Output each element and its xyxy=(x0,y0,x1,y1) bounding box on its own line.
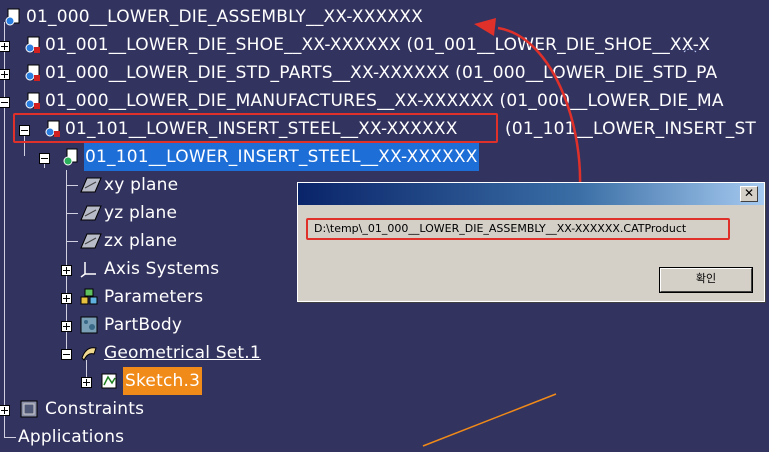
plane-label: zx plane xyxy=(104,231,178,251)
tree-node-std-parts[interactable]: 01_000__LOWER_DIE_STD_PARTS__XX-XXXXXX (… xyxy=(0,59,769,87)
axis-systems-label: Axis Systems xyxy=(104,259,220,279)
partbody-icon xyxy=(80,316,98,334)
tree-node-constraints[interactable]: Constraints xyxy=(0,395,200,423)
plane-icon xyxy=(80,177,102,193)
node-label: 01_000__LOWER_DIE_MANUFACTURES__XX-XXXXX… xyxy=(45,91,724,111)
component-icon xyxy=(25,36,40,53)
node-label: 01_001__LOWER_DIE_SHOE__XX-XXXXXX (01_00… xyxy=(45,35,711,55)
tree-node-partbody[interactable]: PartBody xyxy=(0,311,240,339)
tree-node-geometrical-set[interactable]: Geometrical Set.1 xyxy=(0,339,280,367)
message-dialog: ✕ D:\temp\_01_000__LOWER_DIE_ASSEMBLY__X… xyxy=(297,182,765,302)
plane-label: yz plane xyxy=(104,203,178,223)
dialog-message: D:\temp\_01_000__LOWER_DIE_ASSEMBLY__XX-… xyxy=(314,222,687,235)
tree-node-zx-plane[interactable]: zx plane xyxy=(0,227,200,255)
geometrical-set-label: Geometrical Set.1 xyxy=(104,343,261,363)
node-label-suffix: (01_101__LOWER_INSERT_ST xyxy=(505,119,757,139)
component-icon xyxy=(25,64,40,81)
expand-toggle[interactable] xyxy=(61,293,72,304)
tree-node-axis-systems[interactable]: Axis Systems xyxy=(0,255,240,283)
root-label: 01_000__LOWER_DIE_ASSEMBLY__XX-XXXXXX xyxy=(26,7,423,27)
parameters-label: Parameters xyxy=(104,287,204,307)
component-icon xyxy=(25,92,40,109)
expand-toggle[interactable] xyxy=(0,69,10,80)
node-label: 01_000__LOWER_DIE_STD_PARTS__XX-XXXXXX (… xyxy=(45,63,718,83)
tree-node-applications[interactable]: Applications xyxy=(0,423,200,451)
geometrical-set-icon xyxy=(81,347,97,361)
collapse-toggle[interactable] xyxy=(39,153,50,164)
expand-toggle[interactable] xyxy=(61,321,72,332)
sketch-label: Sketch.3 xyxy=(123,367,203,395)
tree-node-manufactures[interactable]: 01_000__LOWER_DIE_MANUFACTURES__XX-XXXXX… xyxy=(0,87,769,115)
tree-node-parameters[interactable]: Parameters xyxy=(0,283,240,311)
plane-icon xyxy=(80,205,102,221)
sketch-icon xyxy=(101,373,117,389)
tree-node-yz-plane[interactable]: yz plane xyxy=(0,199,200,227)
annotation-box xyxy=(13,113,498,143)
tree-node-xy-plane[interactable]: xy plane xyxy=(0,171,200,199)
expand-toggle[interactable] xyxy=(0,41,10,52)
plane-icon xyxy=(80,233,102,249)
expand-toggle[interactable] xyxy=(61,265,72,276)
tree-root[interactable]: 01_000__LOWER_DIE_ASSEMBLY__XX-XXXXXX xyxy=(0,3,480,31)
close-button[interactable]: ✕ xyxy=(740,186,758,202)
axis-system-icon xyxy=(80,262,96,278)
tree-node-sketch[interactable]: Sketch.3 xyxy=(0,367,220,395)
constraints-label: Constraints xyxy=(45,399,145,419)
part-label: 01_101__LOWER_INSERT_STEEL__XX-XXXXXX xyxy=(84,143,479,171)
part-icon xyxy=(63,148,78,166)
constraints-icon xyxy=(20,400,38,418)
tree-node-part[interactable]: 01_101__LOWER_INSERT_STEEL__XX-XXXXXX xyxy=(0,143,560,171)
parameters-icon xyxy=(80,288,98,305)
annotation-box: D:\temp\_01_000__LOWER_DIE_ASSEMBLY__XX-… xyxy=(306,218,730,240)
partbody-label: PartBody xyxy=(104,315,183,335)
expand-toggle[interactable] xyxy=(81,377,92,388)
expand-toggle[interactable] xyxy=(0,405,10,416)
collapse-toggle[interactable] xyxy=(0,97,10,108)
dialog-titlebar[interactable] xyxy=(298,183,764,205)
collapse-toggle[interactable] xyxy=(61,349,72,360)
product-icon xyxy=(5,8,20,26)
plane-label: xy plane xyxy=(104,175,179,195)
tree-node-lower-die-shoe[interactable]: 01_001__LOWER_DIE_SHOE__XX-XXXXXX (01_00… xyxy=(0,31,769,59)
applications-label: Applications xyxy=(18,427,125,447)
ok-button[interactable]: 확인 xyxy=(659,267,753,293)
